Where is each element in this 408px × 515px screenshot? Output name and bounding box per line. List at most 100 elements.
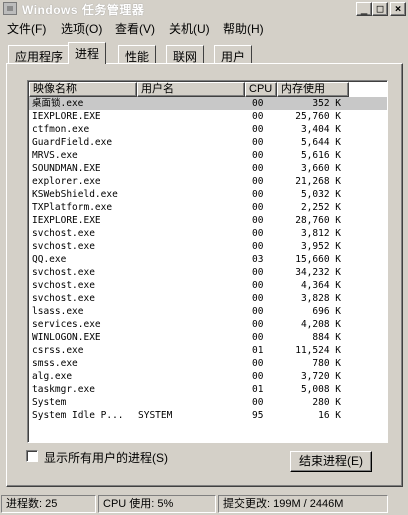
- process-row[interactable]: QQ.exe 03 15,660 K: [29, 253, 387, 266]
- column-memory[interactable]: 内存使用: [277, 82, 349, 97]
- show-all-users-label[interactable]: 显示所有用户的进程(S): [44, 449, 168, 466]
- process-name: WINLOGON.EXE: [32, 332, 101, 343]
- process-name: TXPlatform.exe: [32, 202, 113, 213]
- process-row[interactable]: System Idle P... SYSTEM 95 16 K: [29, 409, 387, 422]
- column-image-name[interactable]: 映像名称: [29, 82, 137, 97]
- process-row[interactable]: WINLOGON.EXE 00 884 K: [29, 331, 387, 344]
- menu-options[interactable]: 选项(O): [61, 20, 102, 37]
- process-row[interactable]: System 00 280 K: [29, 396, 387, 409]
- process-cpu: 00: [252, 228, 264, 239]
- process-memory: 3,812 K: [300, 228, 341, 239]
- process-row[interactable]: svchost.exe 00 34,232 K: [29, 266, 387, 279]
- tab-users[interactable]: 用户: [214, 45, 253, 64]
- process-row[interactable]: MRVS.exe 00 5,616 K: [29, 149, 387, 162]
- process-row[interactable]: 桌面锁.exe 00 352 K: [29, 97, 387, 110]
- process-list[interactable]: 映像名称 用户名 CPU 内存使用 桌面锁.exe 00 352 K IEXPLORE…: [27, 80, 388, 443]
- process-cpu: 00: [252, 215, 264, 226]
- process-memory: 696 K: [312, 306, 341, 317]
- process-cpu: 03: [252, 254, 264, 265]
- close-button[interactable]: ×: [390, 2, 406, 16]
- process-row[interactable]: KSWebShield.exe 00 5,032 K: [29, 188, 387, 201]
- tab-performance[interactable]: 性能: [118, 45, 157, 64]
- process-name: ctfmon.exe: [32, 124, 90, 135]
- tab-processes[interactable]: 进程: [68, 42, 107, 64]
- process-row[interactable]: alg.exe 00 3,720 K: [29, 370, 387, 383]
- process-memory: 884 K: [312, 332, 341, 343]
- process-name: System: [32, 397, 67, 408]
- process-cpu: 00: [252, 176, 264, 187]
- process-row[interactable]: explorer.exe 00 21,268 K: [29, 175, 387, 188]
- show-all-users-checkbox[interactable]: [26, 450, 38, 462]
- process-name: MRVS.exe: [32, 150, 78, 161]
- process-cpu: 00: [252, 371, 264, 382]
- process-row[interactable]: csrss.exe 01 11,524 K: [29, 344, 387, 357]
- process-memory: 25,760 K: [295, 111, 341, 122]
- process-memory: 3,720 K: [300, 371, 341, 382]
- process-memory: 3,404 K: [300, 124, 341, 135]
- process-row[interactable]: svchost.exe 00 3,812 K: [29, 227, 387, 240]
- menu-view[interactable]: 查看(V): [115, 20, 155, 37]
- minimize-button[interactable]: _: [356, 2, 372, 16]
- process-row[interactable]: svchost.exe 00 4,364 K: [29, 279, 387, 292]
- process-name: alg.exe: [32, 371, 73, 382]
- process-row[interactable]: services.exe 00 4,208 K: [29, 318, 387, 331]
- tab-networking[interactable]: 联网: [166, 45, 205, 64]
- process-cpu: 00: [252, 163, 264, 174]
- process-name: csrss.exe: [32, 345, 84, 356]
- process-memory: 5,644 K: [300, 137, 341, 148]
- process-row[interactable]: svchost.exe 00 3,828 K: [29, 292, 387, 305]
- process-row[interactable]: TXPlatform.exe 00 2,252 K: [29, 201, 387, 214]
- process-name: svchost.exe: [32, 280, 95, 291]
- tab-applications[interactable]: 应用程序: [8, 45, 71, 64]
- menu-help[interactable]: 帮助(H): [223, 20, 264, 37]
- process-row[interactable]: SOUNDMAN.EXE 00 3,660 K: [29, 162, 387, 175]
- process-row[interactable]: ctfmon.exe 00 3,404 K: [29, 123, 387, 136]
- process-row[interactable]: IEXPLORE.EXE 00 28,760 K: [29, 214, 387, 227]
- maximize-icon: □: [376, 2, 384, 15]
- maximize-button[interactable]: □: [372, 2, 388, 16]
- process-name: lsass.exe: [32, 306, 84, 317]
- process-cpu: 00: [252, 150, 264, 161]
- process-cpu: 01: [252, 384, 264, 395]
- process-name: explorer.exe: [32, 176, 101, 187]
- menu-shutdown[interactable]: 关机(U): [169, 20, 210, 37]
- process-name: svchost.exe: [32, 228, 95, 239]
- process-cpu: 00: [252, 280, 264, 291]
- process-cpu: 00: [252, 332, 264, 343]
- process-row[interactable]: GuardField.exe 00 5,644 K: [29, 136, 387, 149]
- window-title: Windows 任务管理器: [22, 3, 145, 17]
- process-row[interactable]: lsass.exe 00 696 K: [29, 305, 387, 318]
- process-name: 桌面锁.exe: [32, 98, 84, 109]
- process-user: SYSTEM: [138, 410, 173, 421]
- process-memory: 2,252 K: [300, 202, 341, 213]
- list-header: 映像名称 用户名 CPU 内存使用: [29, 82, 387, 97]
- process-memory: 5,032 K: [300, 189, 341, 200]
- process-cpu: 00: [252, 137, 264, 148]
- process-name: svchost.exe: [32, 241, 95, 252]
- title-bar[interactable]: Windows 任务管理器 _ □ ×: [0, 0, 408, 18]
- process-memory: 780 K: [312, 358, 341, 369]
- process-memory: 280 K: [312, 397, 341, 408]
- process-memory: 4,364 K: [300, 280, 341, 291]
- minimize-icon: _: [360, 2, 368, 15]
- process-memory: 3,828 K: [300, 293, 341, 304]
- menu-file[interactable]: 文件(F): [7, 20, 46, 37]
- process-memory: 34,232 K: [295, 267, 341, 278]
- process-cpu: 00: [252, 358, 264, 369]
- process-row[interactable]: svchost.exe 00 3,952 K: [29, 240, 387, 253]
- process-cpu: 00: [252, 111, 264, 122]
- process-row[interactable]: IEXPLORE.EXE 00 25,760 K: [29, 110, 387, 123]
- process-row[interactable]: taskmgr.exe 01 5,008 K: [29, 383, 387, 396]
- process-cpu: 00: [252, 306, 264, 317]
- process-cpu: 00: [252, 397, 264, 408]
- process-memory: 28,760 K: [295, 215, 341, 226]
- process-name: taskmgr.exe: [32, 384, 95, 395]
- column-user-name[interactable]: 用户名: [137, 82, 245, 97]
- process-memory: 352 K: [312, 98, 341, 109]
- process-cpu: 00: [252, 293, 264, 304]
- column-cpu[interactable]: CPU: [245, 82, 277, 97]
- menu-bar: 文件(F) 选项(O) 查看(V) 关机(U) 帮助(H): [0, 18, 408, 36]
- process-row[interactable]: smss.exe 00 780 K: [29, 357, 387, 370]
- status-commit-charge: 提交更改: 199M / 2446M: [218, 495, 388, 513]
- end-process-button[interactable]: 结束进程(E): [290, 451, 372, 472]
